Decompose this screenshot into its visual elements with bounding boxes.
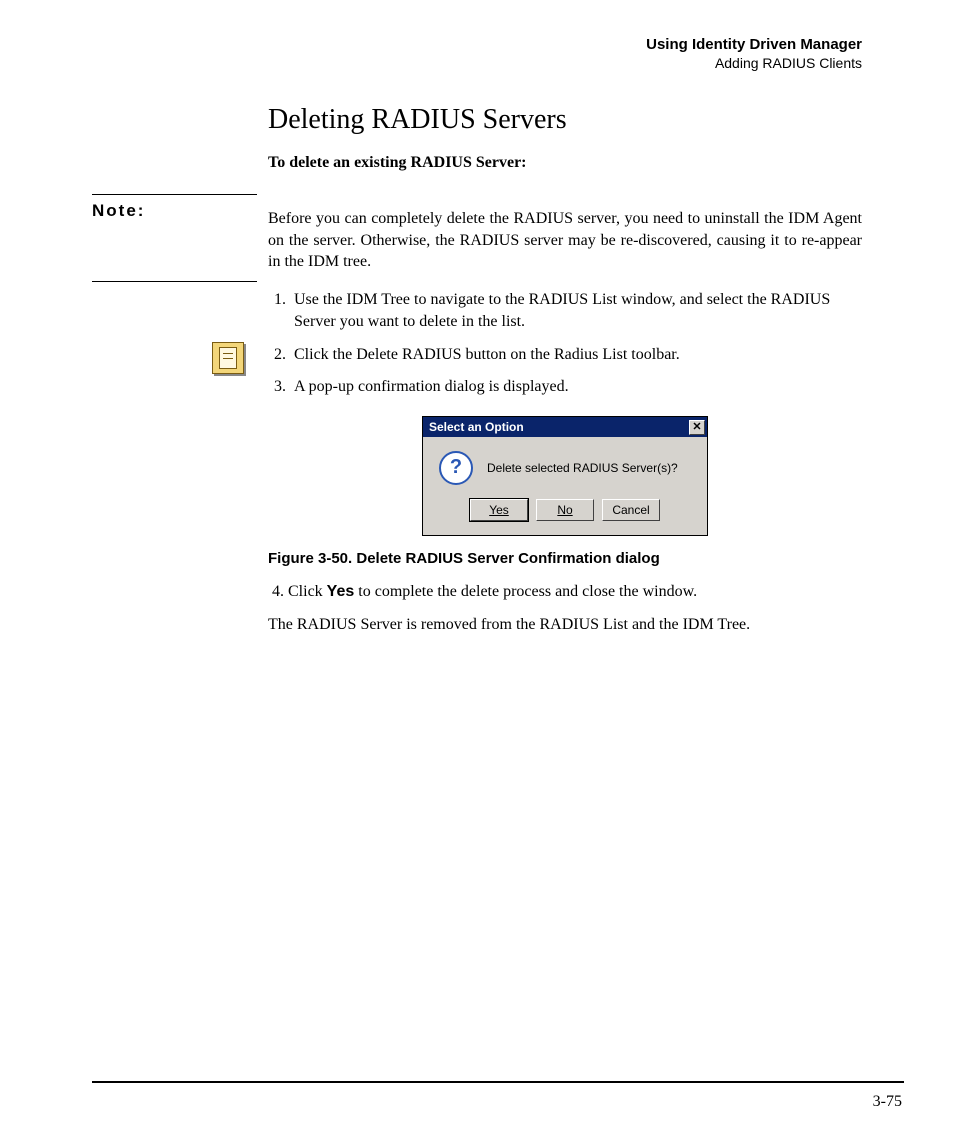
delete-radius-toolbar-icon [212, 342, 244, 374]
confirmation-dialog-figure: Select an Option ✕ ? Delete selected RAD… [422, 416, 708, 536]
note-label: Note: [92, 194, 257, 282]
dialog-message: Delete selected RADIUS Server(s)? [487, 461, 678, 475]
cancel-button[interactable]: Cancel [602, 499, 660, 521]
no-button[interactable]: No [536, 499, 594, 521]
section-title: Deleting RADIUS Servers [268, 104, 862, 136]
confirmation-dialog: Select an Option ✕ ? Delete selected RAD… [422, 416, 708, 536]
note-body: Before you can completely delete the RAD… [268, 208, 862, 273]
step-4-suffix: to complete the delete process and close… [354, 583, 697, 600]
closing-paragraph: The RADIUS Server is removed from the RA… [268, 614, 862, 636]
footer-rule [92, 1081, 904, 1083]
page-number: 3-75 [873, 1093, 902, 1111]
steps-list: Use the IDM Tree to navigate to the RADI… [268, 289, 862, 399]
close-icon[interactable]: ✕ [689, 420, 705, 435]
running-header: Using Identity Driven Manager Adding RAD… [646, 36, 862, 72]
step-4-prefix: 4. Click [272, 583, 327, 600]
step-4: 4. Click Yes to complete the delete proc… [268, 581, 862, 603]
main-content: Deleting RADIUS Servers To delete an exi… [268, 104, 862, 651]
figure-caption: Figure 3-50. Delete RADIUS Server Confir… [268, 550, 862, 567]
header-chapter: Using Identity Driven Manager [646, 36, 862, 55]
step-1: Use the IDM Tree to navigate to the RADI… [290, 289, 862, 334]
step-3: A pop-up confirmation dialog is displaye… [290, 376, 862, 398]
lead-in: To delete an existing RADIUS Server: [268, 154, 862, 172]
step-4-bold: Yes [327, 583, 355, 600]
dialog-titlebar: Select an Option ✕ [423, 417, 707, 437]
question-icon: ? [439, 451, 473, 485]
dialog-title: Select an Option [429, 420, 524, 434]
header-section: Adding RADIUS Clients [646, 55, 862, 73]
step-2: Click the Delete RADIUS button on the Ra… [290, 344, 862, 366]
yes-button[interactable]: Yes [470, 499, 528, 521]
